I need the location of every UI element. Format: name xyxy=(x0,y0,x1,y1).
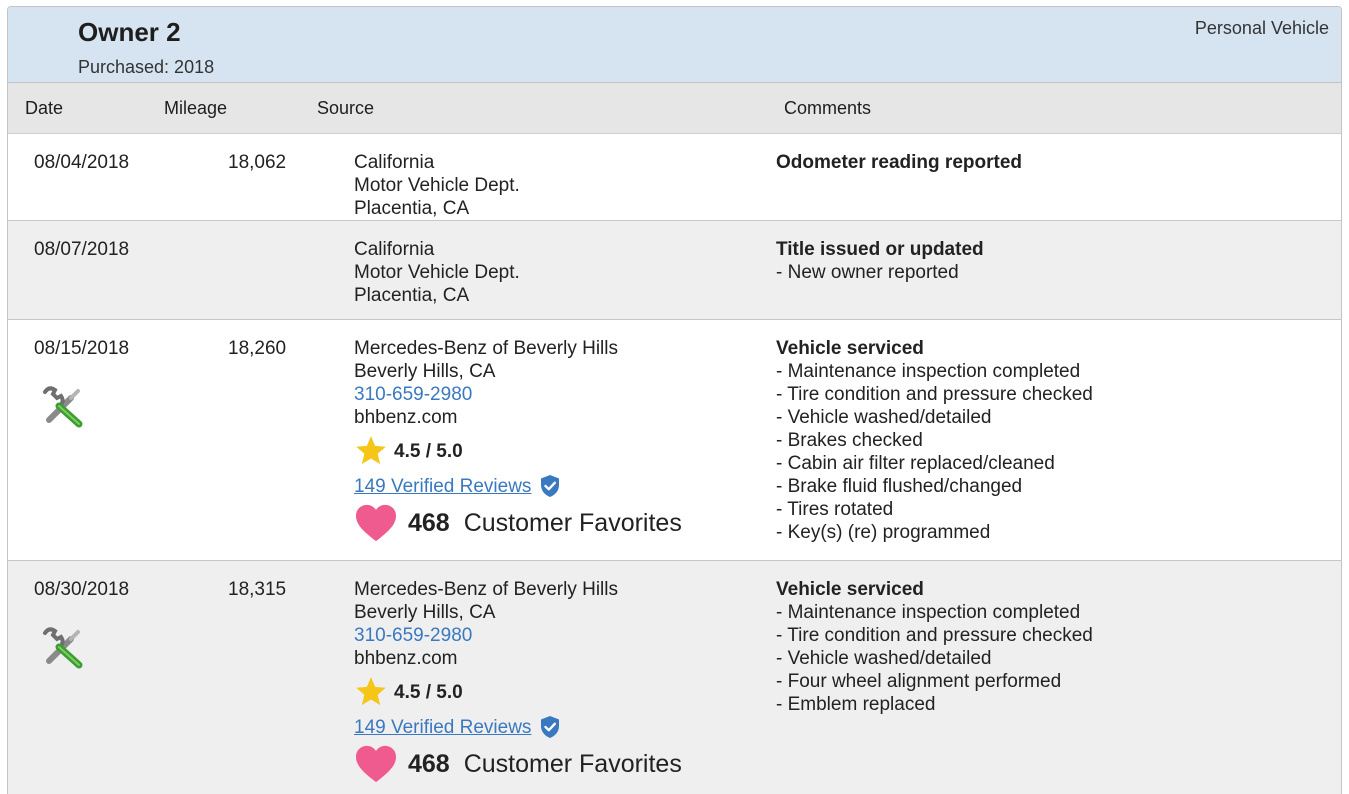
dealer-website: bhbenz.com xyxy=(354,648,458,669)
comment-item: - New owner reported xyxy=(776,262,959,283)
comment-item: - Vehicle washed/detailed xyxy=(776,648,992,669)
dealer-name: Mercedes-Benz of Beverly Hills xyxy=(354,579,618,600)
verified-reviews-link[interactable]: 149 Verified Reviews xyxy=(354,716,531,739)
source-line: Placentia, CA xyxy=(354,198,470,219)
row-mileage: 18,315 xyxy=(228,579,287,600)
comment-item: - Key(s) (re) programmed xyxy=(776,522,991,543)
owner-title: Owner 2 xyxy=(78,17,181,47)
row-comments: Vehicle serviced - Maintenance inspectio… xyxy=(776,337,1093,544)
source-line: California xyxy=(354,239,435,260)
dealer-location: Beverly Hills, CA xyxy=(354,602,496,623)
row-mileage: 18,260 xyxy=(228,338,287,359)
table-row: 08/07/2018 California Motor Vehicle Dept… xyxy=(8,221,1341,320)
column-mileage: Mileage xyxy=(164,98,228,118)
purchased-year: Purchased: 2018 xyxy=(78,57,215,77)
table-row: 08/04/2018 18,062 California Motor Vehic… xyxy=(8,134,1341,221)
reviews-row: 149 Verified Reviews xyxy=(354,715,682,739)
rating-value: 4.5 / 5.0 xyxy=(394,681,463,703)
favorites-count: 468 xyxy=(408,749,450,778)
owner-history-panel: Owner 2 Purchased: 2018 Personal Vehicle… xyxy=(7,6,1342,794)
table-row: 08/30/2018 18,315 Mercedes-Benz of Bever… xyxy=(8,561,1341,794)
comment-item: - Brakes checked xyxy=(776,430,923,451)
column-source: Source xyxy=(317,98,375,118)
dealer-name: Mercedes-Benz of Beverly Hills xyxy=(354,338,618,359)
favorites-count: 468 xyxy=(408,508,450,537)
comment-item: - Tire condition and pressure checked xyxy=(776,625,1093,646)
comment-item: - Tires rotated xyxy=(776,499,894,520)
favorites-label: Customer Favorites xyxy=(463,749,682,778)
row-comments: Title issued or updated - New owner repo… xyxy=(776,238,984,284)
comment-item: - Maintenance inspection completed xyxy=(776,361,1081,382)
row-date: 08/07/2018 xyxy=(34,239,130,260)
customer-favorites: 468 Customer Favorites xyxy=(354,744,682,784)
comment-item: - Brake fluid flushed/changed xyxy=(776,476,1023,497)
service-tools-icon xyxy=(41,384,87,430)
row-source: California Motor Vehicle Dept. Placentia… xyxy=(354,238,520,307)
row-date: 08/30/2018 xyxy=(34,579,130,600)
row-date: 08/15/2018 xyxy=(34,338,130,359)
comment-item: - Cabin air filter replaced/cleaned xyxy=(776,453,1055,474)
source-line: Motor Vehicle Dept. xyxy=(354,175,520,196)
row-mileage: 18,062 xyxy=(228,152,287,173)
verified-shield-icon xyxy=(541,475,560,497)
comment-item: - Emblem replaced xyxy=(776,694,936,715)
heart-icon xyxy=(356,745,396,783)
source-line: California xyxy=(354,152,435,173)
comment-item: - Vehicle washed/detailed xyxy=(776,407,992,428)
vehicle-type: Personal Vehicle xyxy=(1194,18,1329,38)
row-source: Mercedes-Benz of Beverly Hills Beverly H… xyxy=(354,337,682,543)
owner-header: Owner 2 Purchased: 2018 Personal Vehicle xyxy=(8,7,1341,83)
dealer-rating: 4.5 / 5.0 xyxy=(354,432,682,470)
rating-value: 4.5 / 5.0 xyxy=(394,440,463,462)
customer-favorites: 468 Customer Favorites xyxy=(354,503,682,543)
source-line: Placentia, CA xyxy=(354,285,470,306)
reviews-row: 149 Verified Reviews xyxy=(354,474,682,498)
table-row: 08/15/2018 18,260 Mercedes-Benz of Bever… xyxy=(8,320,1341,561)
dealer-rating: 4.5 / 5.0 xyxy=(354,673,682,711)
column-date: Date xyxy=(25,98,64,118)
comment-title: Odometer reading reported xyxy=(776,152,1022,173)
row-source: Mercedes-Benz of Beverly Hills Beverly H… xyxy=(354,578,682,784)
table-header: Date Mileage Source Comments xyxy=(8,83,1341,134)
star-icon xyxy=(356,436,386,465)
verified-reviews-link[interactable]: 149 Verified Reviews xyxy=(354,475,531,498)
favorites-label: Customer Favorites xyxy=(463,508,682,537)
row-date: 08/04/2018 xyxy=(34,152,130,173)
service-tools-icon xyxy=(41,625,87,671)
source-line: Motor Vehicle Dept. xyxy=(354,262,520,283)
comment-title: Title issued or updated xyxy=(776,239,984,260)
dealer-phone-link[interactable]: 310-659-2980 xyxy=(354,624,682,647)
comment-item: - Maintenance inspection completed xyxy=(776,602,1081,623)
dealer-location: Beverly Hills, CA xyxy=(354,361,496,382)
column-comments: Comments xyxy=(784,98,872,118)
dealer-phone-link[interactable]: 310-659-2980 xyxy=(354,383,682,406)
comment-title: Vehicle serviced xyxy=(776,338,924,359)
heart-icon xyxy=(356,504,396,542)
star-icon xyxy=(356,677,386,706)
row-comments: Vehicle serviced - Maintenance inspectio… xyxy=(776,578,1093,716)
comment-title: Vehicle serviced xyxy=(776,579,924,600)
row-source: California Motor Vehicle Dept. Placentia… xyxy=(354,151,520,220)
comment-item: - Tire condition and pressure checked xyxy=(776,384,1093,405)
verified-shield-icon xyxy=(541,716,560,738)
dealer-website: bhbenz.com xyxy=(354,407,458,428)
row-comments: Odometer reading reported xyxy=(776,151,1022,174)
comment-item: - Four wheel alignment performed xyxy=(776,671,1062,692)
